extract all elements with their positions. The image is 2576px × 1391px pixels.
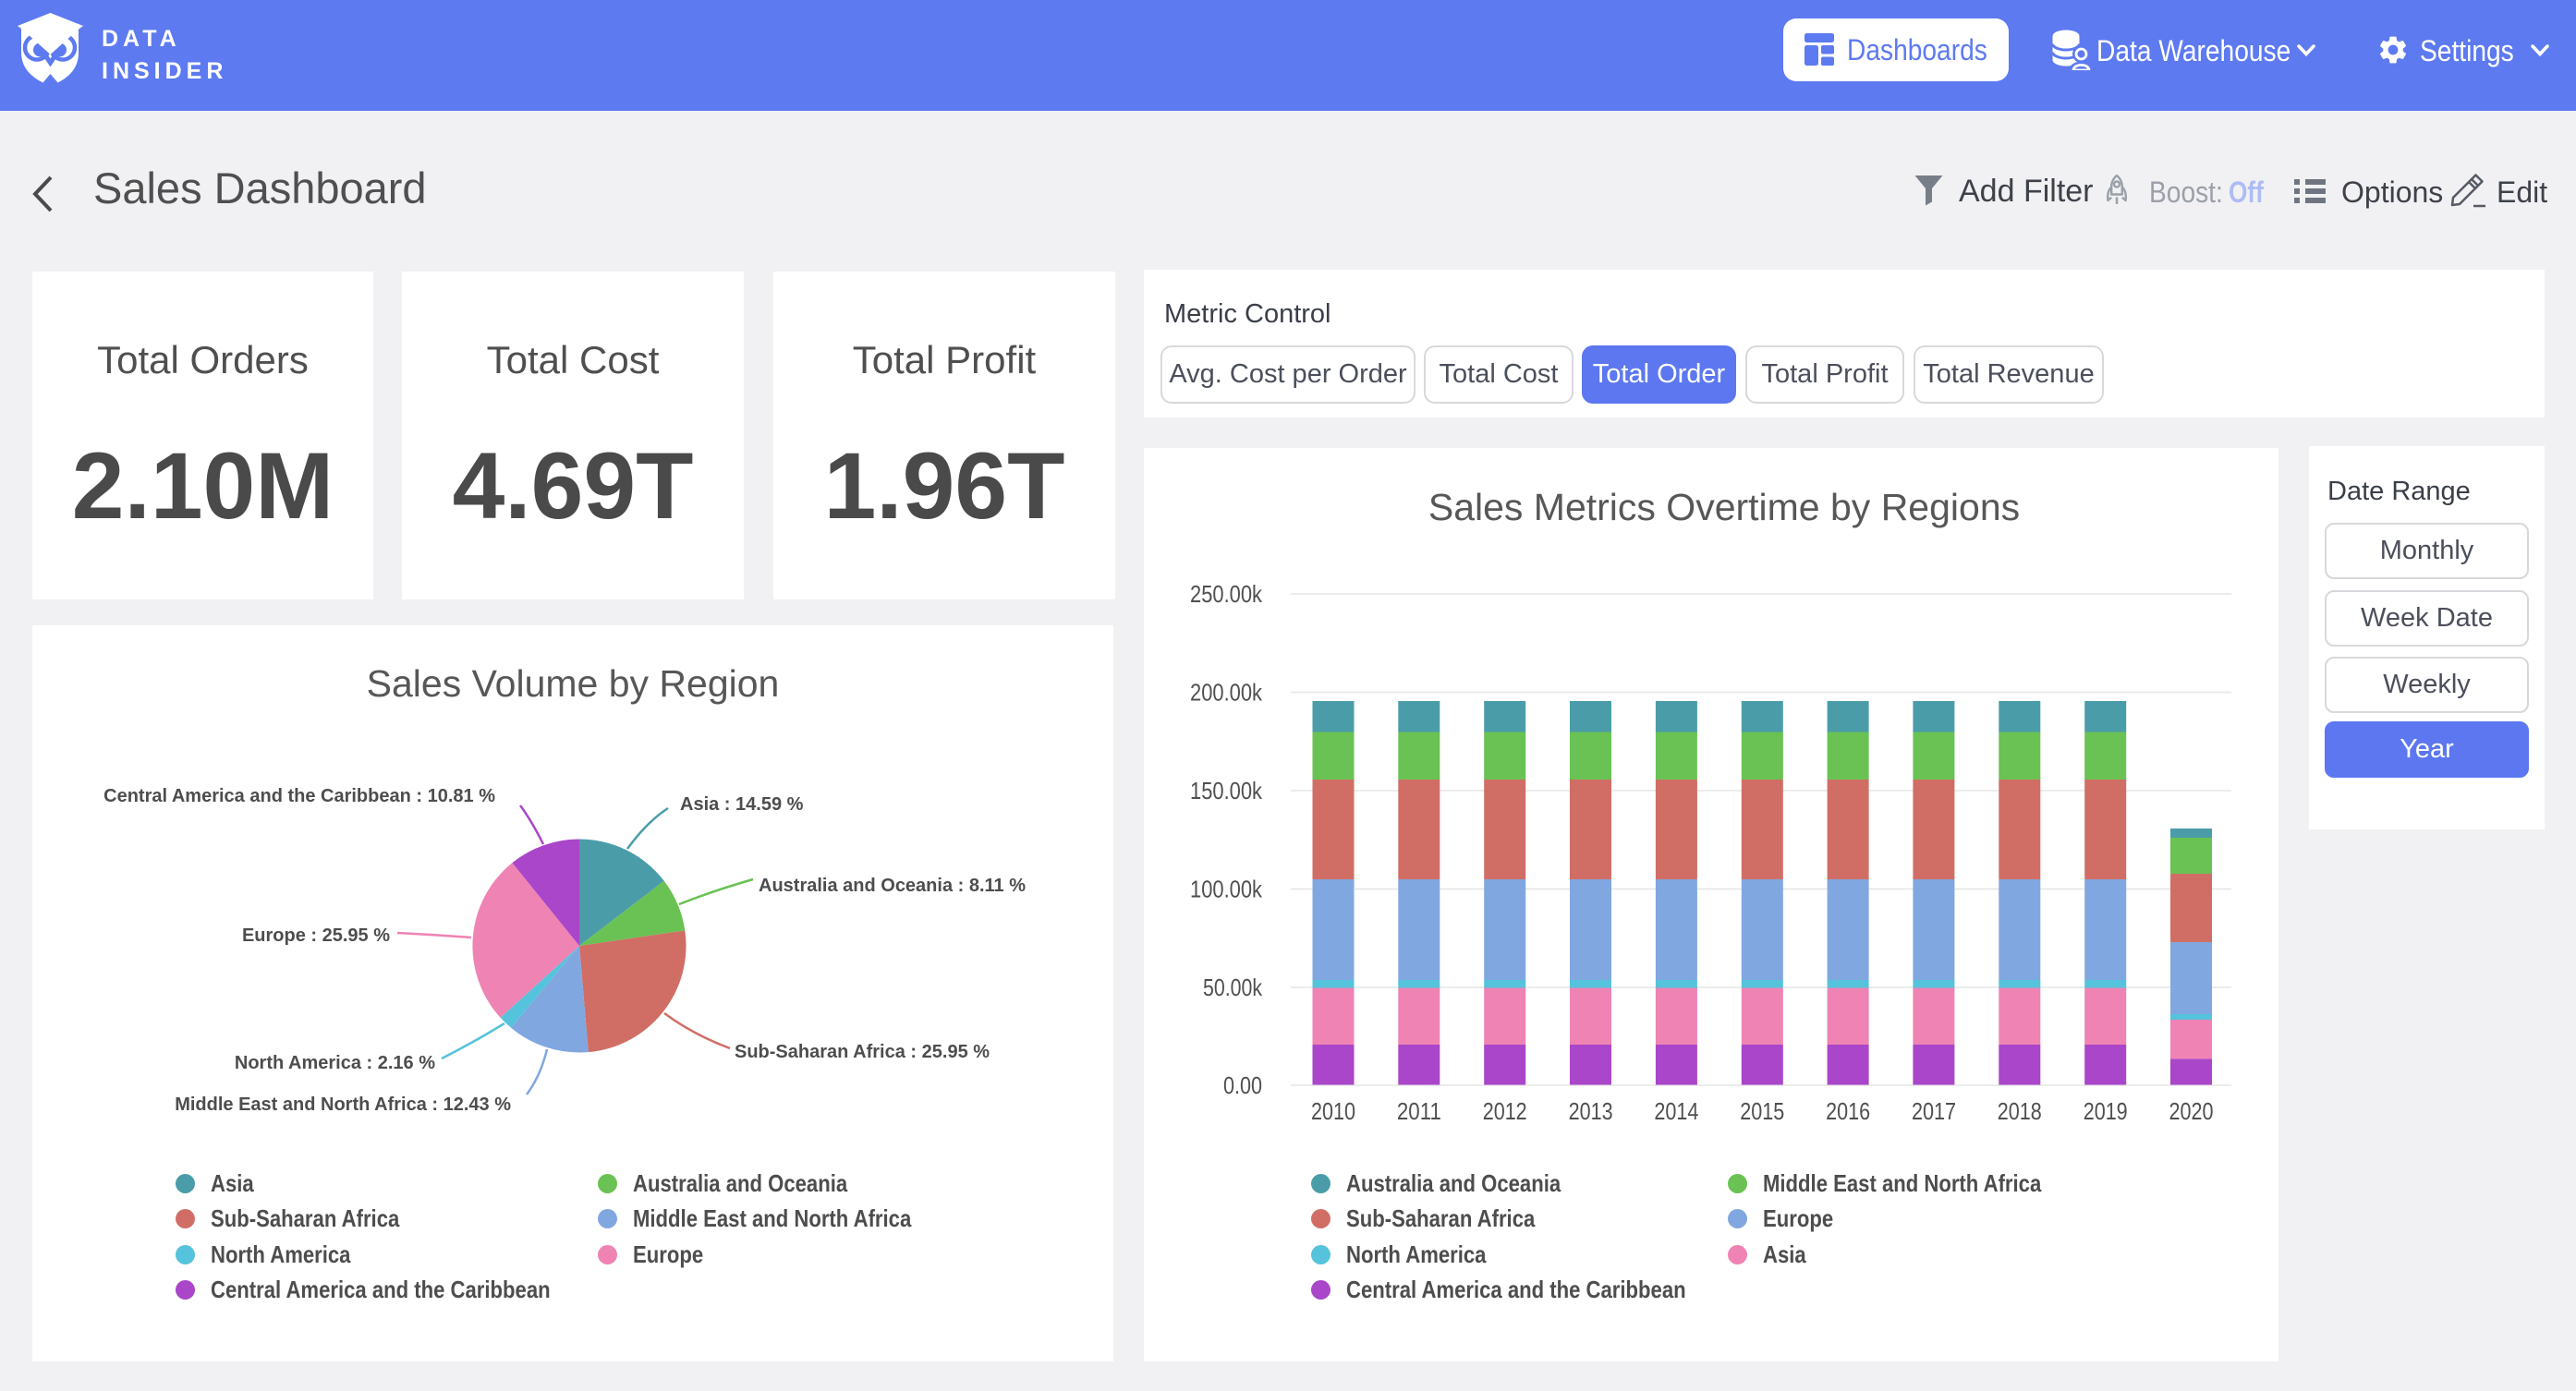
svg-text:0.00: 0.00 bbox=[1223, 1071, 1262, 1099]
svg-text:Australia and Oceania : 8.11 %: Australia and Oceania : 8.11 % bbox=[759, 876, 1026, 896]
svg-text:50.00k: 50.00k bbox=[1203, 974, 1263, 1001]
svg-text:2011: 2011 bbox=[1397, 1097, 1441, 1125]
svg-text:2015: 2015 bbox=[1740, 1097, 1784, 1125]
svg-text:2014: 2014 bbox=[1654, 1097, 1698, 1125]
svg-text:250.00k: 250.00k bbox=[1190, 580, 1263, 608]
svg-text:2013: 2013 bbox=[1569, 1097, 1613, 1125]
svg-text:2018: 2018 bbox=[1998, 1097, 2042, 1125]
svg-text:2020: 2020 bbox=[2169, 1097, 2214, 1125]
svg-text:North America : 2.16 %: North America : 2.16 % bbox=[235, 1053, 435, 1073]
svg-text:Asia : 14.59 %: Asia : 14.59 % bbox=[680, 794, 804, 815]
svg-text:2017: 2017 bbox=[1912, 1097, 1956, 1125]
svg-text:150.00k: 150.00k bbox=[1190, 777, 1263, 804]
svg-text:200.00k: 200.00k bbox=[1190, 679, 1263, 707]
svg-text:Sales Metrics Overtime by Regi: Sales Metrics Overtime by Regions bbox=[1428, 486, 2020, 528]
svg-text:100.00k: 100.00k bbox=[1190, 876, 1263, 903]
svg-text:2012: 2012 bbox=[1483, 1097, 1527, 1125]
svg-text:Central America and the Caribb: Central America and the Caribbean : 10.8… bbox=[103, 786, 495, 806]
svg-text:Europe : 25.95 %: Europe : 25.95 % bbox=[242, 925, 390, 946]
svg-text:2010: 2010 bbox=[1311, 1097, 1355, 1125]
svg-text:Sub-Saharan Africa : 25.95 %: Sub-Saharan Africa : 25.95 % bbox=[735, 1042, 990, 1062]
svg-text:2019: 2019 bbox=[2084, 1097, 2128, 1125]
svg-text:2016: 2016 bbox=[1826, 1097, 1870, 1125]
svg-text:Middle East and North Africa :: Middle East and North Africa : 12.43 % bbox=[175, 1095, 511, 1115]
